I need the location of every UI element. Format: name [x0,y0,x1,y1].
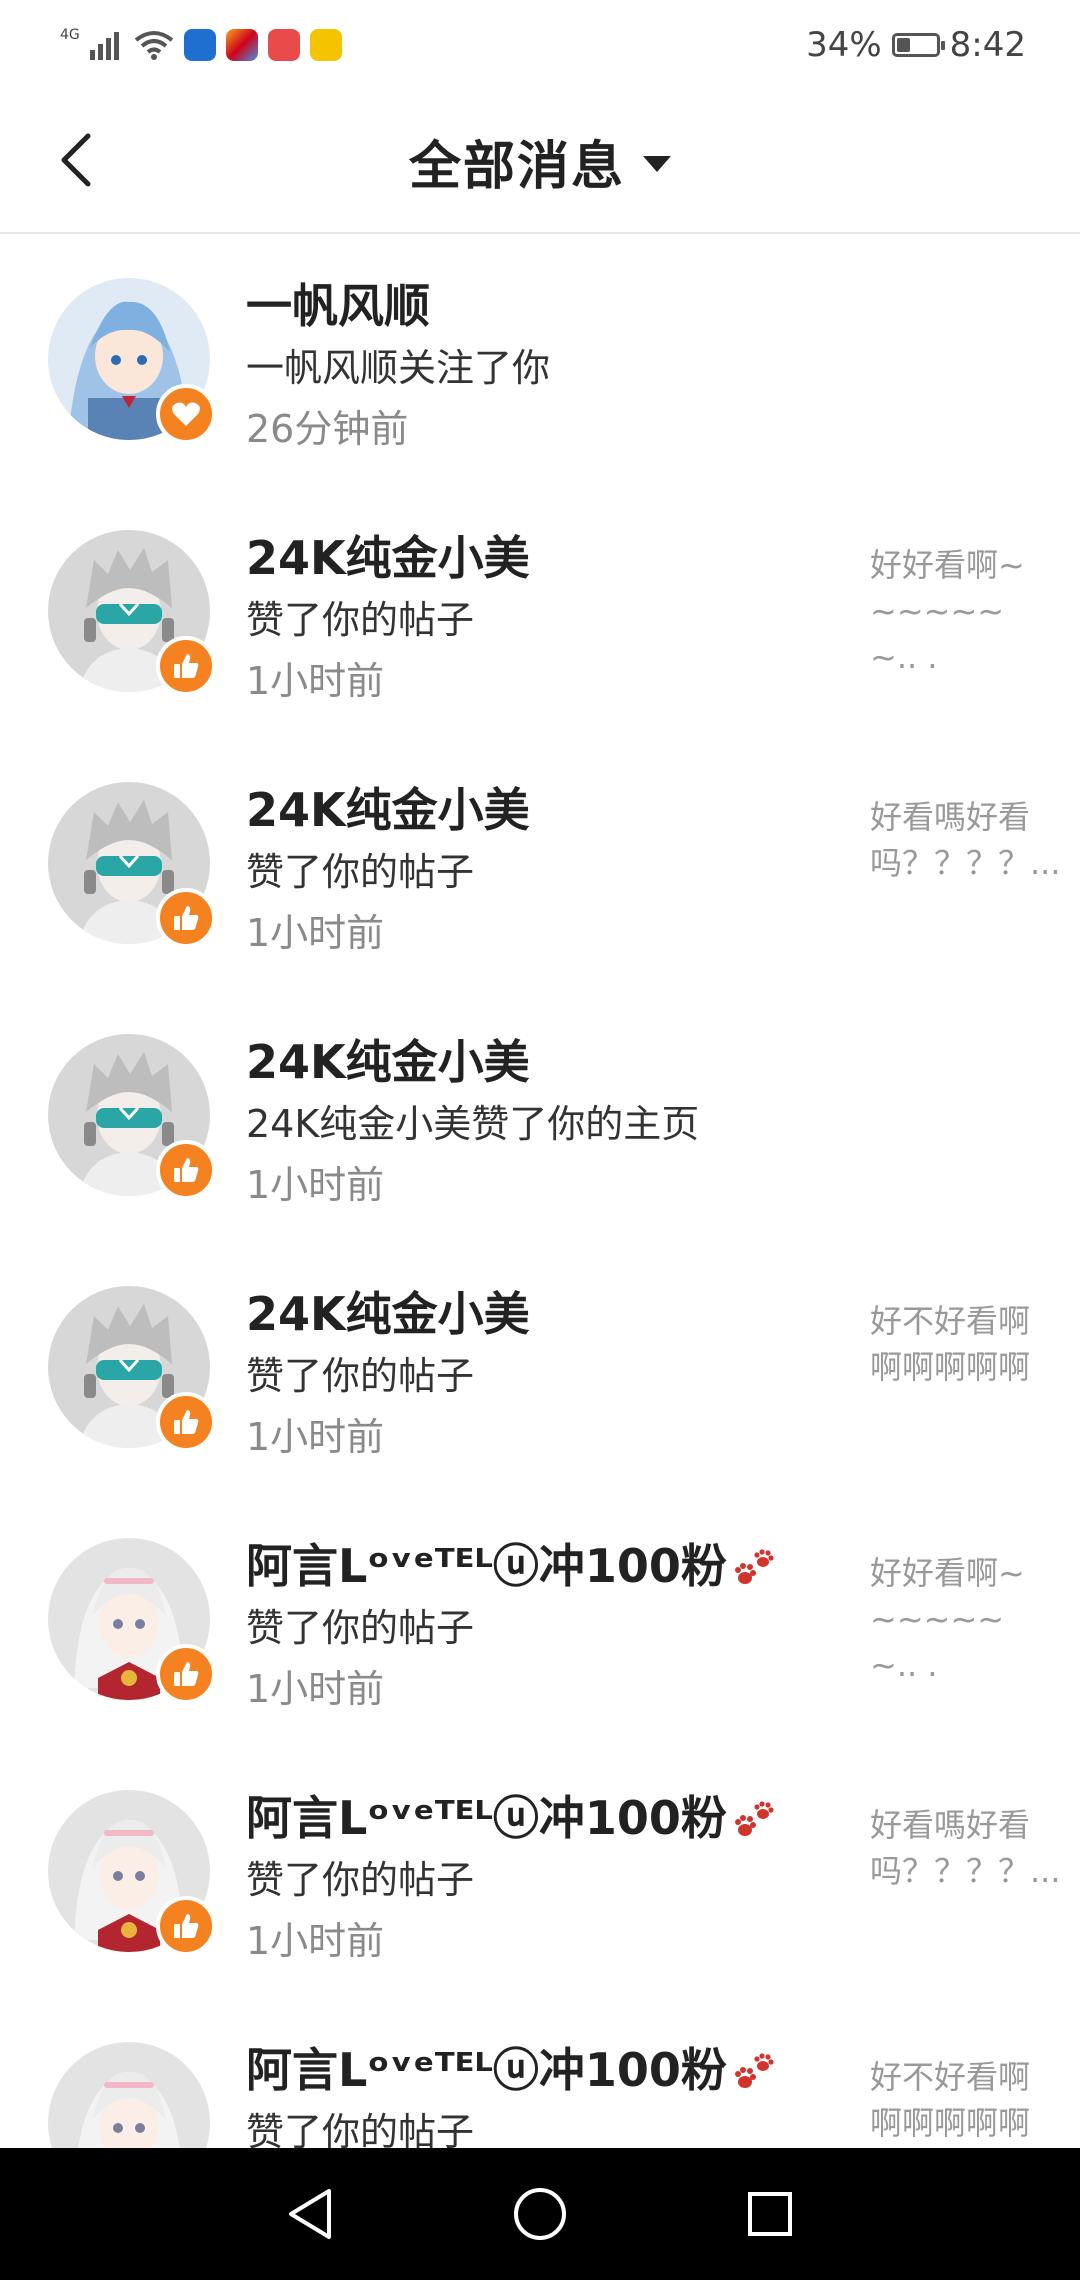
post-preview[interactable]: 好好看啊~~~~~~~.. . [870,542,1040,680]
message-item[interactable]: 阿言Lᵒᵛᵉᵀᴱᴸⓤ冲100粉赞了你的帖子 1小时前 好好看啊~~~~~~~.. . [0,1492,1080,1744]
message-time: 1小时前 [246,1415,385,1459]
message-time: 26分钟前 [246,407,409,451]
message-item[interactable]: 24K纯金小美赞了你的帖子 1小时前 好好看啊~~~~~~~.. . [0,484,1080,736]
message-action: 24K纯金小美赞了你的主页 [246,1102,700,1146]
thumbs-up-icon [174,654,199,678]
sender-name-text: 阿言Lᵒᵛᵉᵀᴱᴸⓤ冲100粉 [246,2043,727,2097]
nav-recents-button[interactable] [740,2184,800,2244]
avatar[interactable] [48,2042,210,2148]
message-item[interactable]: 24K纯金小美赞了你的帖子 1小时前 好看嗎好看吗？？？？... [0,736,1080,988]
top-bar: 全部消息 [0,90,1080,234]
like-badge [156,1644,216,1704]
sender-name[interactable]: 阿言Lᵒᵛᵉᵀᴱᴸⓤ冲100粉 [246,1782,775,1848]
follow-badge [156,384,216,444]
message-time: 1小时前 [246,911,385,955]
thumbs-up-icon [174,1158,199,1182]
like-badge [156,636,216,696]
post-preview[interactable]: 好好看啊~~~~~~~.. . [870,1550,1040,1688]
message-action: 赞了你的帖子 [246,598,475,642]
sender-name[interactable]: 阿言Lᵒᵛᵉᵀᴱᴸⓤ冲100粉 [246,2034,775,2100]
message-item[interactable]: 阿言Lᵒᵛᵉᵀᴱᴸⓤ冲100粉赞了你的帖子 1小时前 好看嗎好看吗？？？？... [0,1744,1080,1996]
message-time: 1小时前 [246,659,385,703]
sender-name-text: 一帆风顺 [246,279,430,333]
triangle-back-icon [289,2189,331,2239]
sender-name-text: 24K纯金小美 [246,783,530,837]
wifi-icon [134,31,173,60]
paw-emoji-icon [734,1548,774,1584]
clock: 8:42 [949,25,1026,65]
status-bar: 4G 34% 8:42 [0,0,1080,90]
sender-name[interactable]: 24K纯金小美 [246,522,530,588]
thumbs-up-icon [174,1914,199,1938]
folder-app-icon [309,29,342,61]
paw-emoji-icon [734,1800,774,1836]
like-badge [156,888,216,948]
nav-back-button[interactable] [280,2184,340,2244]
message-time: 1小时前 [246,1163,385,1207]
thumbs-up-icon [174,1410,199,1434]
message-time: 1小时前 [246,1667,385,1711]
post-preview[interactable]: 好不好看啊啊啊啊啊啊 [870,2054,1040,2146]
message-item[interactable]: 24K纯金小美赞了你的帖子 1小时前 好不好看啊啊啊啊啊啊 [0,1240,1080,1492]
signal-icon [89,32,119,60]
sender-name-text: 阿言Lᵒᵛᵉᵀᴱᴸⓤ冲100粉 [246,1539,727,1593]
t-app-icon [225,29,258,61]
message-item[interactable]: 24K纯金小美 24K纯金小美赞了你的主页 1小时前 [0,988,1080,1240]
sender-name[interactable]: 阿言Lᵒᵛᵉᵀᴱᴸⓤ冲100粉 [246,1530,775,1596]
sender-name-text: 阿言Lᵒᵛᵉᵀᴱᴸⓤ冲100粉 [246,1791,727,1845]
thumbs-up-icon [174,1662,199,1686]
book-app-icon [267,29,300,61]
message-action: 赞了你的帖子 [246,2110,475,2148]
message-action: 赞了你的帖子 [246,1606,475,1650]
thumbs-up-icon [174,906,199,930]
message-action: 赞了你的帖子 [246,1858,475,1902]
sender-name[interactable]: 24K纯金小美 [246,1278,530,1344]
sender-name[interactable]: 一帆风顺 [246,270,430,336]
post-preview[interactable]: 好看嗎好看吗？？？？... [870,1802,1061,1894]
post-preview[interactable]: 好不好看啊啊啊啊啊啊 [870,1298,1040,1390]
title-dropdown[interactable]: 全部消息 [0,90,1080,232]
like-badge [156,1392,216,1452]
message-action: 赞了你的帖子 [246,850,475,894]
message-action: 一帆风顺关注了你 [246,346,551,390]
nav-home-button[interactable] [510,2184,570,2244]
message-list[interactable]: 一帆风顺 一帆风顺关注了你 26分钟前 24K纯金小美 赞了你的帖子 1小时前 好好看啊~~… [0,232,1080,2148]
like-badge [156,1140,216,1200]
battery-percent: 34% [806,25,882,65]
like-badge [156,1896,216,1956]
caret-down-icon [643,156,671,172]
system-nav-bar [0,2148,1080,2280]
paw-emoji-icon [734,2052,774,2088]
message-action: 赞了你的帖子 [246,1354,475,1398]
page-title: 全部消息 [408,136,625,197]
battery-icon [891,33,945,57]
sender-name[interactable]: 24K纯金小美 [246,1026,530,1092]
status-right: 34% 8:42 [806,22,1026,68]
message-item[interactable]: 阿言Lᵒᵛᵉᵀᴱᴸⓤ冲100粉赞了你的帖子 好不好看啊啊啊啊啊啊 [0,1996,1080,2148]
shield-app-icon [183,29,216,61]
message-time: 1小时前 [246,1919,385,1963]
network-type: 4G [60,27,80,43]
sender-name-text: 24K纯金小美 [246,531,530,585]
heart-icon [172,402,200,426]
status-left: 4G [60,20,342,70]
circle-home-icon [514,2188,566,2240]
sender-name[interactable]: 24K纯金小美 [246,774,530,840]
sender-name-text: 24K纯金小美 [246,1035,530,1089]
sender-name-text: 24K纯金小美 [246,1287,530,1341]
battery-fill [896,38,910,52]
square-recents-icon [748,2192,792,2236]
post-preview[interactable]: 好看嗎好看吗？？？？... [870,794,1061,886]
message-item[interactable]: 一帆风顺一帆风顺关注了你 26分钟前 [0,232,1080,484]
